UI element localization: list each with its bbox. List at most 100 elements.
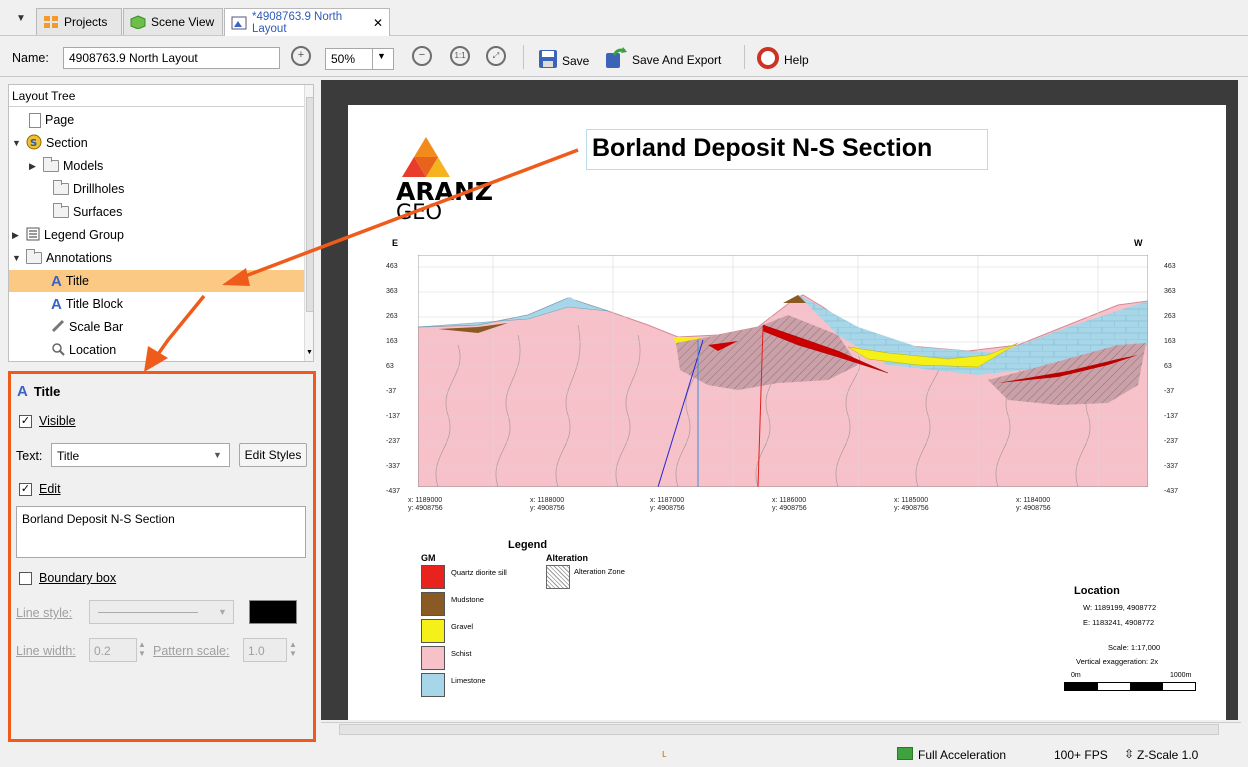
elevation-label: -437 <box>1164 488 1179 495</box>
z-scale-icon[interactable]: ⇳ <box>1124 747 1134 761</box>
line-style-select[interactable]: ▼ <box>89 600 234 624</box>
tree-scrollbar[interactable]: ▼ <box>304 85 313 361</box>
expand-icon[interactable]: ▶ <box>29 161 39 172</box>
save-button[interactable]: Save <box>538 49 589 72</box>
x-coordinate-label: x: 1188000 y: 4908756 <box>530 497 565 512</box>
tree-item-location[interactable]: Location <box>9 339 304 361</box>
tree-item-page[interactable]: Page <box>9 109 304 131</box>
zoom-in-icon[interactable]: + <box>291 46 311 66</box>
tab-projects[interactable]: Projects <box>36 8 122 35</box>
elevation-label: -437 <box>386 488 401 495</box>
expand-icon[interactable]: ▶ <box>12 230 22 241</box>
svg-text:S: S <box>30 138 37 149</box>
collapse-icon[interactable]: ▼ <box>12 138 22 148</box>
line-width-input[interactable]: 0.2 <box>89 638 137 662</box>
alteration-label: Alteration Zone <box>574 567 625 576</box>
properties-panel: A Title ✓ Visible Text: Title ▼ Edit Styl… <box>8 371 316 742</box>
tree-item-scale-bar[interactable]: Scale Bar <box>9 316 304 338</box>
tree-item-label: Page <box>45 113 75 127</box>
west-label: W <box>1134 238 1143 248</box>
elevation-label: -237 <box>386 438 401 445</box>
legend-gm-list: Quartz diorite sill Mudstone Gravel Schist L… <box>421 565 541 705</box>
axes-icon: ʟ <box>662 748 667 760</box>
save-export-label: Save And Export <box>632 52 722 67</box>
section-icon: S <box>26 134 42 153</box>
chevron-down-icon: ▼ <box>218 607 227 617</box>
folder-icon <box>26 249 42 264</box>
tree-item-label: Annotations <box>46 251 113 265</box>
close-icon[interactable]: ✕ <box>373 16 383 30</box>
legend-title: Legend <box>508 539 548 551</box>
tree-item-label: Title Block <box>65 297 124 311</box>
legend-icon <box>26 227 40 244</box>
alteration-swatch <box>546 565 570 589</box>
edit-checkbox[interactable]: ✓ <box>19 483 32 496</box>
edit-label: Edit <box>39 482 61 496</box>
tree-item-drillholes[interactable]: Drillholes <box>9 178 304 200</box>
tree-item-models[interactable]: ▶ Models <box>9 155 304 177</box>
save-label: Save <box>562 53 590 68</box>
help-icon <box>756 47 780 72</box>
projects-icon <box>43 15 59 29</box>
tab-north-layout[interactable]: *4908763.9 North Layout ✕ <box>224 8 390 36</box>
tree-item-legend-group[interactable]: ▶ Legend Group <box>9 224 304 246</box>
stepper-icon[interactable]: ▲ ▼ <box>289 640 297 658</box>
text-select[interactable]: Title ▼ <box>51 443 230 467</box>
edit-styles-button[interactable]: Edit Styles <box>239 443 307 467</box>
save-export-icon <box>604 47 628 72</box>
stepper-icon[interactable]: ▲ ▼ <box>138 640 146 658</box>
elevation-label: -37 <box>1164 388 1175 395</box>
save-and-export-button[interactable]: Save And Export <box>604 47 721 72</box>
collapse-icon[interactable]: ▼ <box>12 253 22 263</box>
props-heading-text: Title <box>33 384 61 399</box>
x-coordinate-labels: x: 1189000 y: 4908756 x: 1188000 y: 4908756… <box>408 497 1148 517</box>
monitor-icon <box>897 747 913 760</box>
layout-tree: Layout Tree Page ▼ S Section ▶ Models Dri… <box>8 84 314 362</box>
zoom-extent-icon[interactable]: ⤢ <box>486 46 506 66</box>
line-style-label: Line style: <box>16 606 73 620</box>
pattern-scale-label: Pattern scale: <box>153 644 230 658</box>
tree-item-section[interactable]: ▼ S Section <box>9 132 304 154</box>
location-west: W: 1189199, 4908772 <box>1083 603 1157 612</box>
scale-text: Scale: 1:17,000 <box>1108 643 1161 652</box>
zoom-out-icon[interactable]: − <box>412 46 432 66</box>
x-coordinate-label: x: 1186000 y: 4908756 <box>772 497 807 512</box>
tree-item-surfaces[interactable]: Surfaces <box>9 201 304 223</box>
zoom-select[interactable]: 50% <box>325 48 373 70</box>
line-color-swatch[interactable] <box>249 600 297 624</box>
name-input[interactable]: 4908763.9 North Layout <box>63 47 280 69</box>
tab-menu-icon[interactable]: ▼ <box>16 13 26 24</box>
x-coordinate-label: x: 1187000 y: 4908756 <box>650 497 685 512</box>
zoom-fit-icon[interactable]: 1:1 <box>450 46 470 66</box>
scale-bar-start: 0m <box>1071 672 1081 679</box>
elevation-axis-right: 463 363 263 163 63 -37 -137 -237 -337 -437 <box>1158 255 1186 495</box>
visible-checkbox[interactable]: ✓ <box>19 415 32 428</box>
line-width-value: 0.2 <box>94 644 111 658</box>
boundary-box-checkbox[interactable] <box>19 572 32 585</box>
cross-section-plot[interactable] <box>418 255 1148 487</box>
page-title[interactable]: Borland Deposit N-S Section <box>586 129 988 170</box>
toolbar: Name: 4908763.9 North Layout + 50% ▼ − 1… <box>0 37 1248 77</box>
tab-scene-view[interactable]: Scene View <box>123 8 223 35</box>
elevation-label: 263 <box>386 313 398 320</box>
scale-bar-end: 1000m <box>1170 672 1192 679</box>
title-text-area[interactable]: Borland Deposit N-S Section <box>16 506 306 558</box>
props-heading: A Title <box>17 383 60 400</box>
pattern-scale-input[interactable]: 1.0 <box>243 638 287 662</box>
x-coordinate-label: x: 1184000 y: 4908756 <box>1016 497 1051 512</box>
save-icon <box>538 49 558 72</box>
canvas-vscrollbar[interactable] <box>1238 80 1248 720</box>
aranz-geo-logo: ARANZ GEO <box>396 135 493 228</box>
tree-item-title[interactable]: A Title <box>9 270 304 292</box>
ruler-icon <box>51 319 65 336</box>
tree-item-title-block[interactable]: A Title Block <box>9 293 304 315</box>
legend-label: Limestone <box>451 676 486 685</box>
canvas-hscrollbar[interactable] <box>321 722 1241 736</box>
elevation-label: 463 <box>386 263 398 270</box>
chevron-down-icon[interactable]: ▼ <box>372 48 394 70</box>
elevation-label: -337 <box>386 463 401 470</box>
elevation-label: 263 <box>1164 313 1176 320</box>
z-scale-status[interactable]: Z-Scale 1.0 <box>1137 748 1198 762</box>
help-button[interactable]: Help <box>756 47 809 72</box>
tree-item-annotations[interactable]: ▼ Annotations <box>9 247 304 269</box>
